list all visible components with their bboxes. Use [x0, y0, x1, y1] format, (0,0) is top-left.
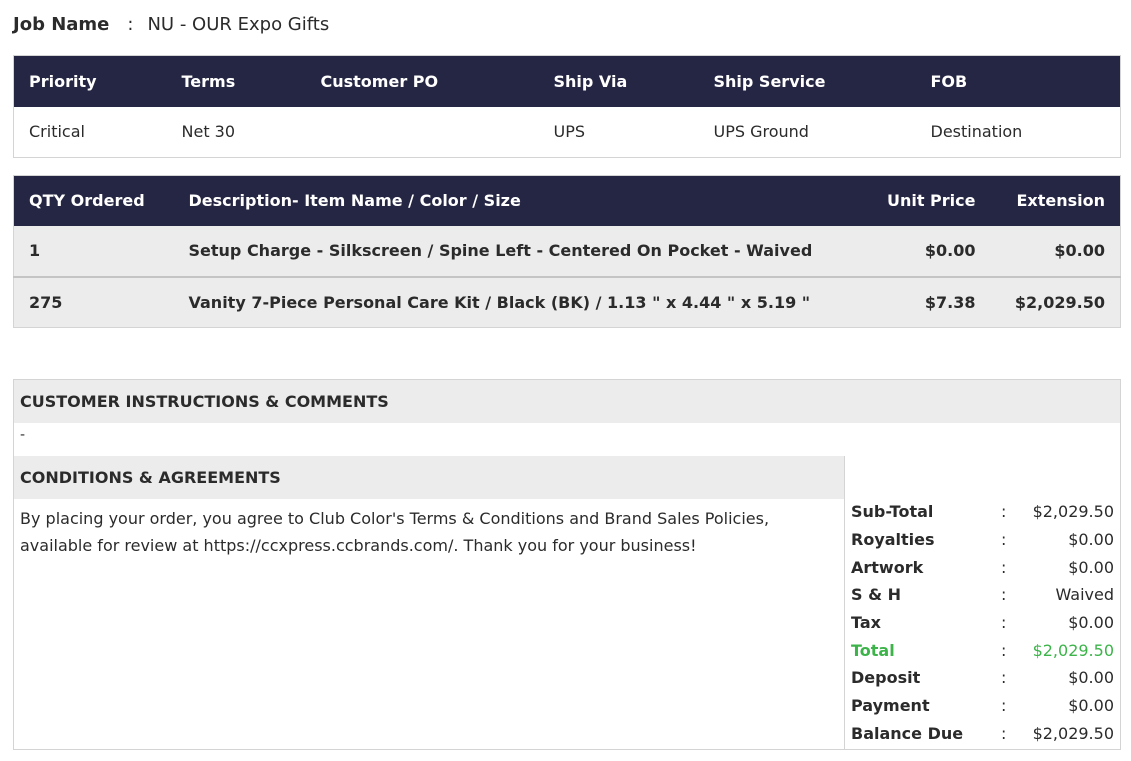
deposit-row: Deposit : $0.00: [851, 664, 1114, 692]
conditions-and-totals: CONDITIONS & AGREEMENTS By placing your …: [14, 456, 1120, 749]
royalties-row: Royalties : $0.00: [851, 526, 1114, 554]
header-unit-price: Unit Price: [840, 175, 991, 226]
header-ship-service: Ship Service: [698, 55, 916, 107]
tax-colon: :: [1001, 613, 1007, 633]
payment-value: $0.00: [1068, 696, 1114, 716]
header-priority: Priority: [13, 55, 167, 107]
ship-via-value: UPS: [538, 106, 699, 158]
artwork-label: Artwork: [851, 557, 924, 577]
shipping-handling-value: Waived: [1055, 585, 1114, 605]
header-customer-po: Customer PO: [305, 55, 539, 107]
payment-row: Payment : $0.00: [851, 692, 1114, 720]
item-description: Vanity 7-Piece Personal Care Kit / Black…: [173, 276, 841, 328]
item-qty: 275: [13, 276, 174, 328]
fob-value: Destination: [915, 106, 1121, 158]
item-unit-price: $0.00: [840, 225, 991, 278]
item-unit-price: $7.38: [840, 276, 991, 328]
balance-due-row: Balance Due : $2,029.50: [851, 720, 1114, 748]
conditions-section: CONDITIONS & AGREEMENTS By placing your …: [14, 456, 844, 749]
tax-label: Tax: [851, 613, 881, 633]
header-description: Description- Item Name / Color / Size: [173, 175, 841, 226]
item-extension: $0.00: [990, 225, 1121, 278]
item-extension: $2,029.50: [990, 276, 1121, 328]
header-extension: Extension: [990, 175, 1121, 226]
shipping-handling-label: S & H: [851, 585, 902, 605]
header-fob: FOB: [915, 55, 1121, 107]
tax-row: Tax : $0.00: [851, 609, 1114, 637]
royalties-label: Royalties: [851, 530, 935, 550]
order-info-values-row: Critical Net 30 UPS UPS Ground Destinati…: [13, 106, 1121, 158]
royalties-colon: :: [1001, 530, 1007, 550]
payment-colon: :: [1001, 696, 1007, 716]
artwork-row: Artwork : $0.00: [851, 553, 1114, 581]
line-items-header-row: QTY Ordered Description- Item Name / Col…: [13, 175, 1121, 226]
priority-value: Critical: [13, 106, 167, 158]
deposit-label: Deposit: [851, 668, 921, 688]
balance-due-value: $2,029.50: [1032, 723, 1114, 743]
shipping-handling-row: S & H : Waived: [851, 581, 1114, 609]
job-name-value: NU - OUR Expo Gifts: [147, 14, 330, 35]
subtotal-colon: :: [1001, 502, 1007, 522]
total-label: Total: [851, 640, 895, 660]
ship-service-value: UPS Ground: [698, 106, 916, 158]
deposit-value: $0.00: [1068, 668, 1114, 688]
table-row: 275 Vanity 7-Piece Personal Care Kit / B…: [13, 276, 1121, 328]
header-ship-via: Ship Via: [538, 55, 699, 107]
total-row: Total : $2,029.50: [851, 636, 1114, 664]
order-info-header-row: Priority Terms Customer PO Ship Via Ship…: [13, 55, 1121, 107]
conditions-heading: CONDITIONS & AGREEMENTS: [14, 456, 844, 499]
artwork-value: $0.00: [1068, 557, 1114, 577]
table-row: 1 Setup Charge - Silkscreen / Spine Left…: [13, 225, 1121, 278]
header-terms: Terms: [166, 55, 306, 107]
total-value: $2,029.50: [1032, 640, 1114, 660]
conditions-text: By placing your order, you agree to Club…: [20, 509, 770, 555]
job-name-separator: :: [127, 14, 134, 35]
job-name-label: Job Name: [13, 14, 110, 35]
balance-due-label: Balance Due: [851, 723, 964, 743]
instructions-text: -: [20, 427, 26, 443]
order-info-table: Priority Terms Customer PO Ship Via Ship…: [13, 55, 1121, 158]
balance-due-colon: :: [1001, 723, 1007, 743]
job-name-line: Job Name: NU - OUR Expo Gifts: [13, 13, 329, 37]
payment-label: Payment: [851, 696, 930, 716]
royalties-value: $0.00: [1068, 530, 1114, 550]
customer-po-value: [305, 106, 539, 158]
total-colon: :: [1001, 640, 1007, 660]
item-qty: 1: [13, 225, 174, 278]
totals-panel: Sub-Total : $2,029.50 Royalties : $0.00 …: [844, 456, 1120, 749]
item-description: Setup Charge - Silkscreen / Spine Left -…: [173, 225, 841, 278]
deposit-colon: :: [1001, 668, 1007, 688]
header-qty: QTY Ordered: [13, 175, 174, 226]
subtotal-label: Sub-Total: [851, 502, 934, 522]
subtotal-row: Sub-Total : $2,029.50: [851, 498, 1114, 526]
artwork-colon: :: [1001, 557, 1007, 577]
tax-value: $0.00: [1068, 613, 1114, 633]
shipping-handling-colon: :: [1001, 585, 1007, 605]
terms-value: Net 30: [166, 106, 306, 158]
subtotal-value: $2,029.50: [1032, 502, 1114, 522]
line-items-table: QTY Ordered Description- Item Name / Col…: [13, 175, 1121, 328]
instructions-heading: CUSTOMER INSTRUCTIONS & COMMENTS: [14, 380, 1120, 423]
instructions-conditions-box: CUSTOMER INSTRUCTIONS & COMMENTS - CONDI…: [13, 379, 1121, 750]
